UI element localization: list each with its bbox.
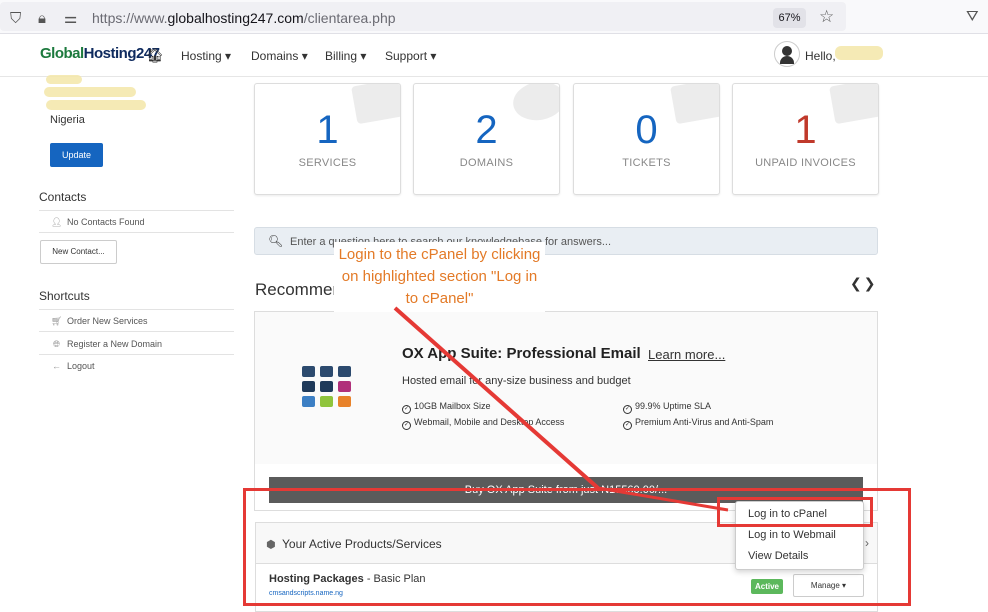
divider xyxy=(39,354,234,355)
lock-icon[interactable]: 🔒︎ xyxy=(38,9,46,27)
tickets-label: TICKETS xyxy=(622,157,671,169)
buy-ox-button[interactable]: Buy OX App Suite from just N15560.00/... xyxy=(269,477,863,503)
unpaid-invoices-label: UNPAID INVOICES xyxy=(755,157,856,169)
tile-unpaid-invoices[interactable]: 1 UNPAID INVOICES xyxy=(732,83,879,195)
url-bar[interactable]: ⛉ 🔒︎ ⚌ https://www.globalhosting247.com/… xyxy=(0,2,846,31)
carousel-arrows[interactable]: ❮❯ xyxy=(850,276,877,292)
ox-product-title: OX App Suite: Professional Email xyxy=(402,345,641,362)
check-circle-icon: ✓ xyxy=(623,421,632,430)
menu-item-login-webmail[interactable]: Log in to Webmail xyxy=(748,529,836,541)
new-contact-button[interactable]: New Contact... xyxy=(40,240,117,264)
divider xyxy=(39,232,234,233)
divider xyxy=(39,210,234,211)
shortcut-logout[interactable]: ← Logout xyxy=(51,361,95,371)
domains-label: DOMAINS xyxy=(459,157,514,169)
shield-icon[interactable]: ⛉ xyxy=(10,9,21,27)
browser-toolbar: ⛉ 🔒︎ ⚌ https://www.globalhosting247.com/… xyxy=(0,0,988,34)
permissions-icon[interactable]: ⚌ xyxy=(64,9,77,27)
chevron-right-icon[interactable]: › xyxy=(865,536,869,550)
shortcut-order-new-services[interactable]: 🛒︎ Order New Services xyxy=(51,316,148,327)
services-count: 1 xyxy=(316,108,339,152)
feature-item: ✓ 99.9% Uptime SLA xyxy=(623,401,712,414)
ox-subtitle: Hosted email for any-size business and b… xyxy=(402,375,631,387)
annotation-callout: Login to the cPanel by clicking on highl… xyxy=(334,242,545,312)
search-icon: 🔍︎ xyxy=(268,234,284,248)
bookmark-star-icon[interactable]: ☆ xyxy=(819,7,834,27)
chevron-right-icon[interactable]: ❯ xyxy=(864,276,878,292)
tickets-count: 0 xyxy=(635,108,658,152)
shortcuts-heading: Shortcuts xyxy=(39,289,90,303)
nav-hosting[interactable]: Hosting ▾ xyxy=(181,49,231,63)
chevron-left-icon[interactable]: ❮ xyxy=(850,276,864,292)
globe-icon: 🌐︎ xyxy=(52,339,61,349)
status-badge: Active xyxy=(751,579,783,594)
feature-item: ✓ Premium Anti-Virus and Anti-Spam xyxy=(623,417,774,430)
menu-item-login-cpanel[interactable]: Log in to cPanel xyxy=(748,508,827,520)
user-avatar-icon[interactable] xyxy=(774,41,800,67)
site-logo[interactable]: GlobalHosting247 xyxy=(40,45,160,62)
feature-item: ✓ Webmail, Mobile and Desktop Access xyxy=(402,417,565,430)
services-label: SERVICES xyxy=(298,157,357,169)
pocket-icon[interactable]: ⛛ xyxy=(966,7,979,25)
redacted-address-line xyxy=(46,75,82,84)
shortcut-register-domain[interactable]: 🌐︎ Register a New Domain xyxy=(51,339,162,350)
redacted-address-line xyxy=(46,100,146,110)
menu-item-view-details[interactable]: View Details xyxy=(748,550,808,562)
nav-domains[interactable]: Domains ▾ xyxy=(251,49,308,63)
hello-text[interactable]: Hello, xyxy=(805,49,836,63)
product-name[interactable]: Hosting Packages - Basic Plan xyxy=(269,573,426,585)
learn-more-link[interactable]: Learn more... xyxy=(648,347,725,362)
tile-services[interactable]: 1 SERVICES xyxy=(254,83,401,195)
divider xyxy=(39,331,234,332)
cube-icon: ⬢ xyxy=(266,538,276,551)
unpaid-invoices-count: 1 xyxy=(794,108,817,152)
divider xyxy=(39,309,234,310)
tile-tickets[interactable]: 0 TICKETS xyxy=(573,83,720,195)
domains-count: 2 xyxy=(475,108,498,152)
redacted-username xyxy=(835,46,883,60)
update-button[interactable]: Update xyxy=(50,143,103,167)
manage-dropdown-button[interactable]: Manage ▾ xyxy=(793,574,864,597)
arrow-left-icon: ← xyxy=(52,361,61,371)
redacted-address-line xyxy=(44,87,136,97)
cart-icon: 🛒︎ xyxy=(51,316,63,326)
annotation-text: Login to the cPanel by clicking on highl… xyxy=(338,246,541,307)
user-icon: 👤︎ xyxy=(51,217,63,227)
product-domain-link[interactable]: cmsandscripts.name.ng xyxy=(269,590,343,597)
check-circle-icon: ✓ xyxy=(402,405,411,414)
nav-billing[interactable]: Billing ▾ xyxy=(325,49,366,63)
country-text: Nigeria xyxy=(50,114,85,126)
top-navigation: GlobalHosting247 🏠︎ Hosting ▾ Domains ▾ … xyxy=(0,35,988,77)
tile-domains[interactable]: 2 DOMAINS xyxy=(413,83,560,195)
home-icon[interactable]: 🏠︎ xyxy=(146,47,164,64)
manage-dropdown-menu: Log in to cPanel Log in to Webmail View … xyxy=(735,501,864,570)
nav-support[interactable]: Support ▾ xyxy=(385,49,436,63)
contacts-heading: Contacts xyxy=(39,190,87,204)
active-products-heading: Your Active Products/Services xyxy=(282,537,442,551)
check-circle-icon: ✓ xyxy=(402,421,411,430)
feature-item: ✓ 10GB Mailbox Size xyxy=(402,401,491,414)
url-text[interactable]: https://www.globalhosting247.com/clienta… xyxy=(92,10,396,26)
check-circle-icon: ✓ xyxy=(623,405,632,414)
no-contacts-text: 👤︎ No Contacts Found xyxy=(51,217,145,227)
zoom-level[interactable]: 67% xyxy=(773,8,806,28)
